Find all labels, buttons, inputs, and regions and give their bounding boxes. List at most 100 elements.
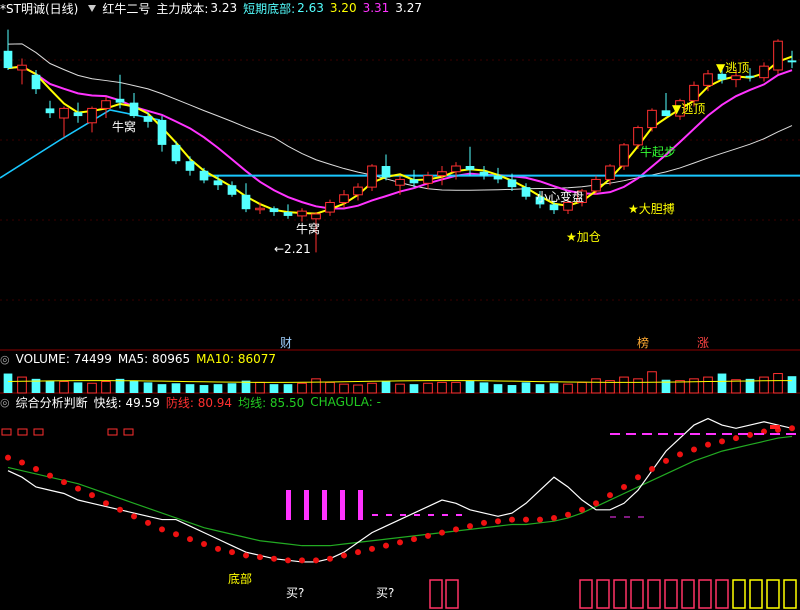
candle-body xyxy=(171,144,181,162)
list-marker: 榜 xyxy=(637,335,649,350)
indicator-collapse-icon[interactable]: ◎ xyxy=(0,396,10,409)
signal-box xyxy=(1,428,12,436)
guard-dot xyxy=(495,518,501,525)
signal-column-box xyxy=(613,579,627,609)
guard-line-label: 防线: 80.94 xyxy=(165,395,233,410)
bull-start-label: 牛起步 xyxy=(640,144,676,159)
buy-signal-label: 买? xyxy=(376,586,394,600)
candle-body xyxy=(479,171,489,176)
guard-dot xyxy=(481,519,487,526)
volume-bar xyxy=(381,381,391,393)
candle-body xyxy=(493,175,503,180)
chart-canvas: 牛窝牛窝小心变盘★加仓★大胆搏牛起步▼逃顶▼逃顶←2.21财榜涨底部买? 买? xyxy=(0,29,800,609)
guard-dot xyxy=(75,485,81,492)
guard-dot xyxy=(117,506,123,513)
guard-dot xyxy=(145,519,151,526)
signal-column-box xyxy=(596,579,610,609)
guard-dot xyxy=(159,526,165,533)
candle-body xyxy=(185,161,195,171)
candle-body xyxy=(269,208,279,213)
candle-body xyxy=(381,166,391,178)
guard-dot xyxy=(215,545,221,552)
guard-dot xyxy=(649,466,655,473)
volume-bar xyxy=(787,376,797,393)
guard-dot xyxy=(789,425,795,432)
volume-bar xyxy=(227,383,237,393)
volume-bar xyxy=(451,381,461,394)
candle-body xyxy=(605,165,615,180)
volume-bar xyxy=(465,380,475,393)
guard-dot xyxy=(257,554,263,561)
volume-bar xyxy=(101,381,111,394)
guard-dot xyxy=(593,500,599,507)
volume-bar xyxy=(297,382,307,394)
signal-column-box xyxy=(783,579,797,609)
guard-dot xyxy=(411,536,417,543)
guard-dot xyxy=(467,523,473,530)
guard-dot xyxy=(453,526,459,533)
magenta-signal-bar xyxy=(286,490,291,520)
volume-bar xyxy=(577,381,587,394)
rise-marker: 涨 xyxy=(697,335,709,350)
guard-dot xyxy=(271,555,277,562)
magenta-signal-bar xyxy=(304,490,309,520)
guard-dot xyxy=(719,438,725,445)
volume-bar xyxy=(591,378,601,394)
guard-dot xyxy=(425,532,431,539)
volume-bar xyxy=(17,376,27,394)
candle-body xyxy=(213,180,223,186)
guard-dot xyxy=(635,474,641,481)
escape-top-label: ▼逃顶 xyxy=(716,61,749,75)
signal-box xyxy=(107,428,118,436)
candle-body xyxy=(101,100,111,109)
avg-line xyxy=(7,435,793,547)
candle-body xyxy=(227,185,237,195)
volume-bar xyxy=(311,378,321,394)
volume-bar xyxy=(283,384,293,393)
candle-body xyxy=(3,50,13,69)
signal-column-box xyxy=(445,579,459,609)
candle-body xyxy=(773,40,783,71)
volume-bar xyxy=(731,379,741,394)
candle-body xyxy=(647,109,657,129)
small-change-label: 小心变盘 xyxy=(536,189,584,204)
volume-bar xyxy=(59,381,69,394)
signal-column-box xyxy=(715,579,729,609)
volume-bar xyxy=(3,373,13,393)
candle-body xyxy=(633,127,643,146)
candle-body xyxy=(255,207,265,211)
guard-dot xyxy=(621,483,627,490)
volume-bar xyxy=(353,384,363,394)
candle-body xyxy=(143,116,153,122)
candle-body xyxy=(395,178,405,186)
volume-bar xyxy=(619,376,629,394)
guard-dot xyxy=(733,435,739,442)
volume-bar xyxy=(703,376,713,394)
candle-body xyxy=(241,194,251,210)
signal-column-box xyxy=(749,579,763,609)
volume-bar xyxy=(437,381,447,394)
candle-body xyxy=(199,170,209,181)
candle-body xyxy=(31,74,41,90)
volume-bar xyxy=(87,382,97,394)
chagula-label: CHAGULA: - xyxy=(310,395,381,409)
guard-dot xyxy=(285,557,291,564)
signal-column-box xyxy=(579,579,593,609)
volume-bar xyxy=(185,384,195,393)
guard-dot xyxy=(61,479,67,486)
guard-dot xyxy=(397,539,403,546)
news-marker: 财 xyxy=(280,336,292,350)
candle-body xyxy=(507,179,517,188)
ma5-label: MA5: 80965 xyxy=(117,352,191,366)
escape-top-label: ▼逃顶 xyxy=(672,102,705,116)
volume-bar xyxy=(213,384,223,393)
volume-bar xyxy=(563,383,573,394)
volume-bar xyxy=(717,373,727,393)
guard-dot xyxy=(663,457,669,464)
volume-collapse-icon[interactable]: ◎ xyxy=(0,353,10,366)
candle-body xyxy=(521,187,531,197)
signal-column-box xyxy=(766,579,780,609)
volume-label: VOLUME: 74499 xyxy=(15,352,112,366)
candle-body xyxy=(745,75,755,78)
fast-line-label: 快线: 49.59 xyxy=(93,395,160,410)
